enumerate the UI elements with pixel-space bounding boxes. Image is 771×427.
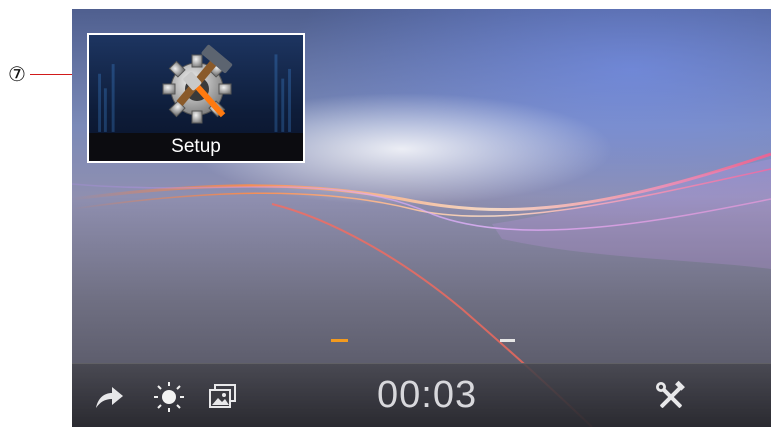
- brightness-icon[interactable]: [152, 380, 186, 414]
- setup-label: Setup: [89, 133, 303, 161]
- gallery-icon[interactable]: [206, 380, 240, 414]
- setup-hammer-gear-icon: [162, 44, 233, 124]
- page-indicator-inactive[interactable]: [500, 339, 515, 342]
- home-screen: Setup 00:03: [72, 9, 771, 427]
- setup-app-tile[interactable]: Setup: [87, 33, 305, 163]
- tools-icon[interactable]: [654, 380, 688, 414]
- callout-number: ⑦: [8, 62, 26, 86]
- bottom-bar: 00:03: [72, 363, 771, 427]
- page-indicator-active[interactable]: [331, 339, 348, 342]
- clock-time: 00:03: [377, 374, 478, 416]
- forward-arrow-icon[interactable]: [92, 380, 126, 414]
